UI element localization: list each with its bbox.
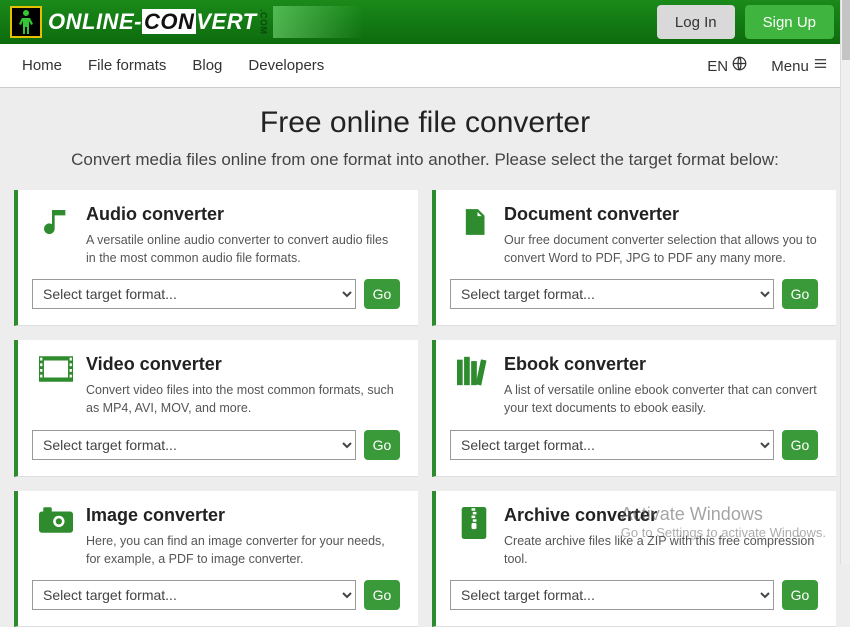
doc-icon bbox=[450, 204, 498, 267]
brand-text: ONLINE-CONVERT.COM bbox=[48, 9, 269, 35]
target-format-select[interactable]: Select target format... bbox=[450, 430, 774, 460]
card-image-converter: Image converter Here, you can find an ima… bbox=[14, 491, 418, 627]
card-title: Archive converter bbox=[504, 505, 818, 526]
go-button[interactable]: Go bbox=[364, 580, 400, 610]
go-button[interactable]: Go bbox=[364, 430, 400, 460]
target-format-select[interactable]: Select target format... bbox=[32, 430, 356, 460]
card-ebook-converter: Ebook converter A list of versatile onlin… bbox=[432, 340, 836, 476]
card-description: Convert video files into the most common… bbox=[86, 381, 400, 417]
go-button[interactable]: Go bbox=[364, 279, 400, 309]
target-format-select[interactable]: Select target format... bbox=[32, 580, 356, 610]
card-title: Document converter bbox=[504, 204, 818, 225]
page-subtitle: Convert media files online from one form… bbox=[10, 150, 840, 170]
go-button[interactable]: Go bbox=[782, 580, 818, 610]
card-description: Our free document converter selection th… bbox=[504, 231, 818, 267]
converter-grid: Audio converter A versatile online audio … bbox=[0, 184, 850, 627]
books-icon bbox=[450, 354, 498, 417]
header-bar: ONLINE-CONVERT.COM Log In Sign Up bbox=[0, 0, 850, 44]
nav-bar: Home File formats Blog Developers EN Men… bbox=[0, 44, 850, 88]
card-description: Here, you can find an image converter fo… bbox=[86, 532, 400, 568]
camera-icon bbox=[32, 505, 80, 568]
nav-home[interactable]: Home bbox=[22, 57, 62, 74]
nav-developers[interactable]: Developers bbox=[248, 57, 324, 74]
language-switch[interactable]: EN bbox=[707, 56, 747, 75]
go-button[interactable]: Go bbox=[782, 279, 818, 309]
card-description: A list of versatile online ebook convert… bbox=[504, 381, 818, 417]
menu-toggle[interactable]: Menu bbox=[771, 56, 828, 75]
scrollbar[interactable] bbox=[840, 0, 850, 564]
login-button[interactable]: Log In bbox=[657, 5, 735, 39]
target-format-select[interactable]: Select target format... bbox=[450, 580, 774, 610]
music-icon bbox=[32, 204, 80, 267]
signup-button[interactable]: Sign Up bbox=[745, 5, 834, 39]
card-video-converter: Video converter Convert video files into … bbox=[14, 340, 418, 476]
card-audio-converter: Audio converter A versatile online audio … bbox=[14, 190, 418, 326]
card-archive-converter: Archive converter Create archive files li… bbox=[432, 491, 836, 627]
card-document-converter: Document converter Our free document conv… bbox=[432, 190, 836, 326]
hamburger-icon bbox=[813, 56, 828, 71]
card-description: A versatile online audio converter to co… bbox=[86, 231, 400, 267]
card-description: Create archive files like a ZIP with thi… bbox=[504, 532, 818, 568]
nav-file-formats[interactable]: File formats bbox=[88, 57, 166, 74]
nav-blog[interactable]: Blog bbox=[192, 57, 222, 74]
card-title: Ebook converter bbox=[504, 354, 818, 375]
card-title: Image converter bbox=[86, 505, 400, 526]
logo-icon bbox=[10, 6, 42, 38]
film-icon bbox=[32, 354, 80, 417]
hero: Free online file converter Convert media… bbox=[0, 88, 850, 184]
globe-icon bbox=[732, 56, 747, 71]
target-format-select[interactable]: Select target format... bbox=[450, 279, 774, 309]
brand-accent bbox=[273, 6, 363, 38]
page-title: Free online file converter bbox=[10, 106, 840, 140]
go-button[interactable]: Go bbox=[782, 430, 818, 460]
card-title: Audio converter bbox=[86, 204, 400, 225]
target-format-select[interactable]: Select target format... bbox=[32, 279, 356, 309]
zip-icon bbox=[450, 505, 498, 568]
card-title: Video converter bbox=[86, 354, 400, 375]
